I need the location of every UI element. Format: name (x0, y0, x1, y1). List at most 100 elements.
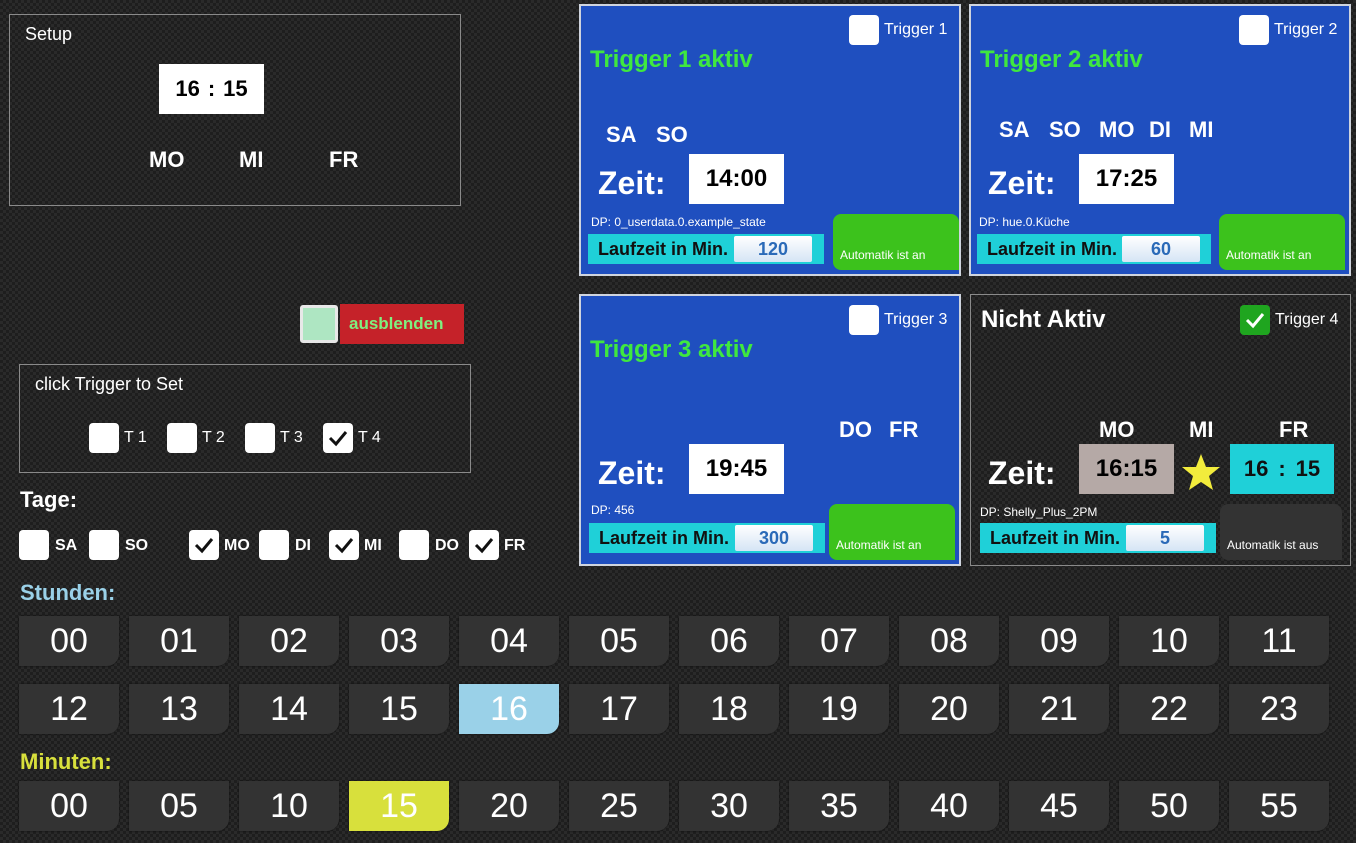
minute-button-selected[interactable]: 15 (349, 781, 449, 831)
trigger-select-t2-checkbox[interactable] (167, 423, 197, 453)
trigger-select-t1-checkbox[interactable] (89, 423, 119, 453)
minute-button[interactable]: 05 (129, 781, 229, 831)
minuten-title: Minuten: (20, 749, 112, 774)
minute-button[interactable]: 30 (679, 781, 779, 831)
trigger-3-laufzeit-label: Laufzeit in Min. (599, 527, 729, 548)
minute-button[interactable]: 40 (899, 781, 999, 831)
hour-button[interactable]: 06 (679, 616, 779, 666)
trigger-4-time-editor[interactable]: 16 : 15 (1230, 444, 1334, 494)
hour-button[interactable]: 03 (349, 616, 449, 666)
trigger-3-laufzeit-input[interactable]: 300 (735, 525, 813, 551)
hour-button[interactable]: 14 (239, 684, 339, 734)
day-mo-checkbox[interactable] (189, 530, 219, 560)
trigger-1-laufzeit-input[interactable]: 120 (734, 236, 812, 262)
checkmark-icon (194, 538, 214, 554)
trigger-3-checkbox[interactable] (849, 305, 879, 335)
hour-button[interactable]: 13 (129, 684, 229, 734)
minute-button[interactable]: 50 (1119, 781, 1219, 831)
hour-button[interactable]: 09 (1009, 616, 1109, 666)
day-do-checkbox[interactable] (399, 530, 429, 560)
trigger-4-checkbox-label: Trigger 4 (1275, 311, 1339, 328)
trigger-2-time: 17:25 (1079, 154, 1174, 204)
minute-button[interactable]: 35 (789, 781, 889, 831)
trigger-1-automatik-label: Automatik ist an (840, 248, 926, 262)
setup-time-separator: : (207, 76, 216, 101)
minute-button[interactable]: 20 (459, 781, 559, 831)
day-mi-checkbox[interactable] (329, 530, 359, 560)
trigger-2-automatik-button[interactable]: Automatik ist an (1219, 214, 1345, 270)
trigger-2-day-sa: SA (999, 117, 1030, 142)
star-icon[interactable] (1181, 452, 1221, 497)
hour-button[interactable]: 00 (19, 616, 119, 666)
hour-button[interactable]: 12 (19, 684, 119, 734)
hour-button[interactable]: 20 (899, 684, 999, 734)
minute-button[interactable]: 45 (1009, 781, 1109, 831)
hour-button[interactable]: 05 (569, 616, 669, 666)
trigger-1-datapoint: DP: 0_userdata.0.example_state (591, 215, 766, 229)
trigger-1-automatik-button[interactable]: Automatik ist an (833, 214, 959, 270)
hour-button[interactable]: 04 (459, 616, 559, 666)
trigger-4-laufzeit-input[interactable]: 5 (1126, 525, 1204, 551)
trigger-2-automatik-label: Automatik ist an (1226, 248, 1312, 262)
trigger-1-title: Trigger 1 aktiv (590, 46, 753, 73)
trigger-4-zeit-label: Zeit: (988, 455, 1056, 491)
setup-hour: 16 (175, 76, 200, 101)
hour-button[interactable]: 21 (1009, 684, 1109, 734)
trigger-3-title: Trigger 3 aktiv (590, 336, 753, 363)
day-mi-label: MI (364, 537, 382, 554)
trigger-select-t2-label: T 2 (202, 429, 225, 446)
trigger-3-datapoint: DP: 456 (591, 503, 635, 517)
trigger-3-automatik-button[interactable]: Automatik ist an (829, 504, 955, 560)
trigger-2-datapoint: DP: hue.0.Küche (979, 215, 1070, 229)
minute-button[interactable]: 00 (19, 781, 119, 831)
trigger-3-zeit-label: Zeit: (598, 455, 666, 491)
trigger-select-t3-checkbox[interactable] (245, 423, 275, 453)
ausblenden-button[interactable]: ausblenden (340, 304, 464, 344)
setup-day-mo: MO (149, 147, 185, 172)
hour-button[interactable]: 08 (899, 616, 999, 666)
trigger-4-automatik-button[interactable]: Automatik ist aus (1220, 504, 1342, 560)
trigger-4-day-mi: MI (1189, 417, 1214, 442)
trigger-2-checkbox[interactable] (1239, 15, 1269, 45)
minute-button[interactable]: 55 (1229, 781, 1329, 831)
trigger-4-datapoint: DP: Shelly_Plus_2PM (980, 505, 1098, 519)
hour-button[interactable]: 07 (789, 616, 889, 666)
trigger-4-day-fr: FR (1279, 417, 1309, 442)
hour-button[interactable]: 22 (1119, 684, 1219, 734)
day-sa-checkbox[interactable] (19, 530, 49, 560)
ausblenden-checkbox[interactable] (300, 305, 338, 343)
minute-button[interactable]: 10 (239, 781, 339, 831)
day-di-checkbox[interactable] (259, 530, 289, 560)
trigger-select-t4-checkbox[interactable] (323, 423, 353, 453)
trigger-4-automatik-label: Automatik ist aus (1227, 538, 1319, 552)
day-fr-checkbox[interactable] (469, 530, 499, 560)
trigger-1-laufzeit-label: Laufzeit in Min. (598, 238, 728, 259)
setup-minute: 15 (223, 76, 248, 101)
trigger-4-checkbox[interactable] (1240, 305, 1270, 335)
hour-button[interactable]: 23 (1229, 684, 1329, 734)
trigger-4-edit-hour: 16 (1243, 456, 1269, 481)
trigger-2-zeit-label: Zeit: (988, 165, 1056, 201)
hour-button-selected[interactable]: 16 (459, 684, 559, 734)
hour-button[interactable]: 02 (239, 616, 339, 666)
setup-day-fr: FR (329, 147, 359, 172)
hour-button[interactable]: 10 (1119, 616, 1219, 666)
day-do-label: DO (435, 537, 459, 554)
trigger-1-day-so: SO (656, 122, 688, 147)
hour-button[interactable]: 19 (789, 684, 889, 734)
hour-button[interactable]: 01 (129, 616, 229, 666)
hour-button[interactable]: 15 (349, 684, 449, 734)
trigger-2-laufzeit-input[interactable]: 60 (1122, 236, 1200, 262)
hour-button[interactable]: 18 (679, 684, 779, 734)
setup-day-mi: MI (239, 147, 264, 172)
checkmark-icon (334, 538, 354, 554)
minute-button[interactable]: 25 (569, 781, 669, 831)
trigger-1-day-sa: SA (606, 122, 637, 147)
hour-button[interactable]: 11 (1229, 616, 1329, 666)
trigger-1-checkbox[interactable] (849, 15, 879, 45)
day-so-checkbox[interactable] (89, 530, 119, 560)
hour-button[interactable]: 17 (569, 684, 669, 734)
trigger-4-day-mo: MO (1099, 417, 1135, 442)
day-sa-label: SA (55, 537, 78, 554)
setup-time-display[interactable]: 16 : 15 (159, 64, 264, 114)
